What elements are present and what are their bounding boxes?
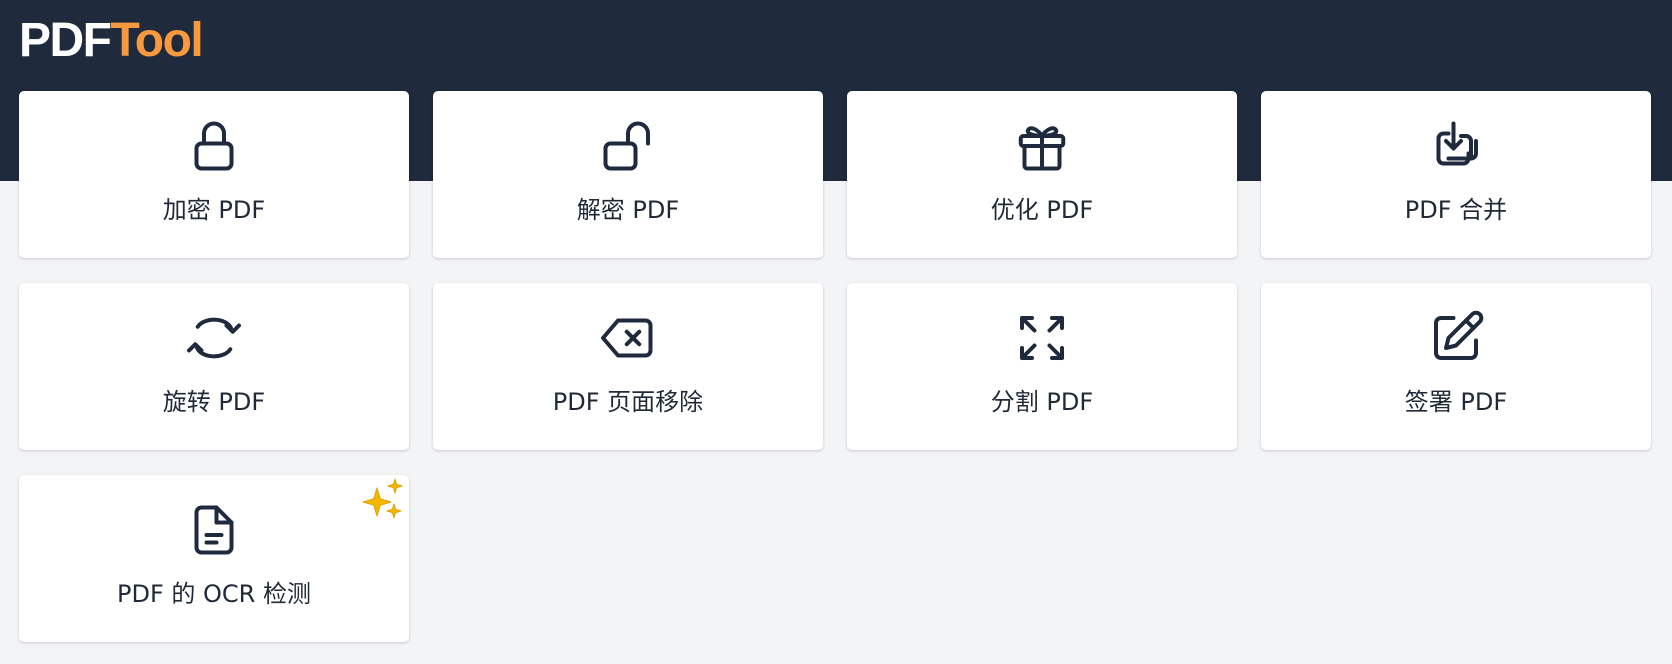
tool-card-remove-pages[interactable]: PDF 页面移除 — [433, 283, 823, 450]
tool-card-sign[interactable]: 签署 PDF — [1261, 283, 1651, 450]
brand-logo[interactable]: PDFTool — [19, 14, 204, 68]
tool-label: PDF 页面移除 — [552, 388, 704, 416]
edit-icon — [1426, 308, 1486, 368]
document-icon — [184, 500, 244, 560]
tool-label: 加密 PDF — [162, 196, 266, 224]
tool-label: 优化 PDF — [990, 196, 1094, 224]
tool-card-encrypt[interactable]: 加密 PDF — [19, 91, 409, 258]
tool-label: 签署 PDF — [1404, 388, 1508, 416]
unlock-icon — [598, 116, 658, 176]
tool-card-decrypt[interactable]: 解密 PDF — [433, 91, 823, 258]
tool-label: 旋转 PDF — [162, 388, 266, 416]
brand-part-tool: Tool — [110, 14, 204, 67]
tool-label: 分割 PDF — [990, 388, 1094, 416]
tool-card-ocr[interactable]: PDF 的 OCR 检测 — [19, 475, 409, 642]
tool-card-rotate[interactable]: 旋转 PDF — [19, 283, 409, 450]
sparkles-icon — [359, 476, 407, 524]
rotate-icon — [184, 308, 244, 368]
brand-part-pdf: PDF — [19, 14, 112, 67]
merge-icon — [1426, 116, 1486, 176]
tool-label: 解密 PDF — [576, 196, 680, 224]
tool-card-optimize[interactable]: 优化 PDF — [847, 91, 1237, 258]
expand-arrows-icon — [1012, 308, 1072, 368]
tool-label: PDF 的 OCR 检测 — [117, 580, 311, 608]
gift-icon — [1012, 116, 1072, 176]
tool-card-merge[interactable]: PDF 合并 — [1261, 91, 1651, 258]
tools-grid: 加密 PDF 解密 PDF 优化 PDF PDF 合并 旋转 PDF PDF 页… — [19, 91, 1651, 642]
tool-card-split[interactable]: 分割 PDF — [847, 283, 1237, 450]
lock-icon — [184, 116, 244, 176]
tool-label: PDF 合并 — [1404, 196, 1508, 224]
backspace-icon — [598, 308, 658, 368]
